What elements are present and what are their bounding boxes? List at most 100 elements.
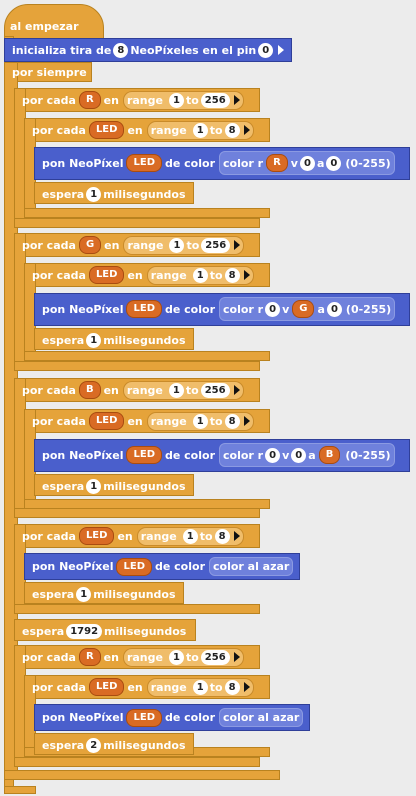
wait-ms-input[interactable]: 1792 [66,623,103,639]
range-block[interactable]: range 1 to 8 [136,526,244,546]
for-each-label: por cada [22,93,76,107]
chevron-right-icon[interactable] [233,95,240,105]
range-label: range [150,680,187,694]
in-label: en [103,650,119,664]
random-color-label: color al azar [213,560,290,573]
chevron-right-icon[interactable] [243,416,250,426]
range-start-input[interactable]: 1 [192,413,208,429]
range-end-input[interactable]: 8 [224,267,240,283]
blue-input[interactable]: 0 [326,155,342,171]
for-each-label: por cada [22,650,76,664]
range-end-input[interactable]: 8 [224,122,240,138]
in-label: en [117,529,133,543]
for-led-4-foot [14,604,260,614]
to-label: to [209,268,223,282]
color-rgb-block[interactable]: color r R v 0 a 0 (0-255) [219,151,395,175]
wait-label: espera [22,624,65,638]
var-led-pill[interactable]: LED [88,121,125,139]
var-led-pill[interactable]: LED [88,266,125,284]
var-led-pill[interactable]: LED [78,527,115,545]
var-led-pill[interactable]: LED [126,708,162,727]
range-start-input[interactable]: 1 [192,679,208,695]
var-g-pill[interactable]: G [292,300,315,318]
range-start-input[interactable]: 1 [168,649,184,665]
red-input[interactable]: 0 [265,447,281,463]
var-led-pill[interactable]: LED [88,412,125,430]
wait-ms-input[interactable]: 1 [76,586,92,602]
chevron-right-icon[interactable] [233,531,240,541]
range-end-input[interactable]: 256 [201,237,231,253]
pixel-count-input[interactable]: 8 [113,42,129,58]
range-end-input[interactable]: 8 [224,413,240,429]
range-label: range [126,93,163,107]
for-each-label: por cada [22,529,76,543]
range-block[interactable]: range 1 to 256 [123,235,245,255]
pin-input[interactable]: 0 [258,42,274,58]
blue-input[interactable]: 0 [326,301,342,317]
to-label: to [209,123,223,137]
color-r-label: color r [223,302,264,316]
var-r-pill[interactable]: R [266,154,288,172]
chevron-right-icon[interactable] [278,45,285,55]
wait-label: espera [42,333,85,347]
chevron-right-icon[interactable] [243,125,250,135]
var-led-pill[interactable]: LED [116,557,152,576]
chevron-right-icon[interactable] [233,652,240,662]
random-color-block[interactable]: color al azar [209,557,294,576]
range-block[interactable]: range 1 to 256 [122,90,244,110]
range-block[interactable]: range 1 to 8 [146,120,254,140]
range-start-input[interactable]: 1 [168,382,184,398]
chevron-right-icon[interactable] [233,385,240,395]
var-led-pill[interactable]: LED [126,300,162,318]
var-b-pill[interactable]: B [318,446,341,464]
for-each-label: por cada [32,123,86,137]
init-label-2: NeoPíxeles en el pin [130,43,257,57]
wait-ms-input[interactable]: 1 [86,186,102,202]
wait-ms-input[interactable]: 1 [86,332,102,348]
for-led-3-foot [24,499,270,509]
wait-ms-input[interactable]: 2 [86,737,102,753]
green-input[interactable]: 0 [299,155,315,171]
to-label: to [185,93,199,107]
range-end-input[interactable]: 256 [200,649,230,665]
forever-label: por siempre [12,65,87,79]
set-pixel-label: pon NeoPíxel [32,560,114,573]
range-block[interactable]: range 1 to 256 [122,380,244,400]
to-label: to [186,238,200,252]
color-rgb-block[interactable]: color r 0 v 0 a B (0-255) [219,443,395,467]
wait-label: espera [42,738,85,752]
range-block[interactable]: range 1 to 8 [146,677,254,697]
var-led-pill[interactable]: LED [126,446,162,464]
wait-ms-input[interactable]: 1 [86,478,102,494]
chevron-right-icon[interactable] [243,270,250,280]
range-block[interactable]: range 1 to 8 [146,265,254,285]
range-end-input[interactable]: 8 [214,528,230,544]
red-input[interactable]: 0 [265,301,281,317]
range-end-input[interactable]: 256 [200,382,230,398]
random-color-block[interactable]: color al azar [219,708,304,727]
when-start-foot [4,786,36,794]
range-end-input[interactable]: 256 [200,92,230,108]
range-block[interactable]: range 1 to 256 [122,647,244,667]
chevron-right-icon[interactable] [234,240,241,250]
green-input[interactable]: 0 [291,447,307,463]
range-start-input[interactable]: 1 [182,528,198,544]
range-start-input[interactable]: 1 [192,122,208,138]
of-color-label: de color [155,560,205,573]
color-rgb-block[interactable]: color r 0 v G a 0 (0-255) [219,297,396,321]
range-block[interactable]: range 1 to 8 [146,411,254,431]
var-led-pill[interactable]: LED [88,678,125,696]
range-start-input[interactable]: 1 [168,92,184,108]
range-end-input[interactable]: 8 [224,679,240,695]
chevron-right-icon[interactable] [243,682,250,692]
range-start-input[interactable]: 1 [192,267,208,283]
forever-foot [4,770,280,780]
var-r-pill[interactable]: R [78,648,101,666]
of-color-label: de color [165,711,215,724]
var-led-pill[interactable]: LED [126,154,162,172]
var-r-pill[interactable]: R [78,91,101,109]
set-pixel-label: pon NeoPíxel [42,156,124,170]
var-g-pill[interactable]: G [78,236,102,254]
range-start-input[interactable]: 1 [169,237,185,253]
var-b-pill[interactable]: B [78,381,101,399]
